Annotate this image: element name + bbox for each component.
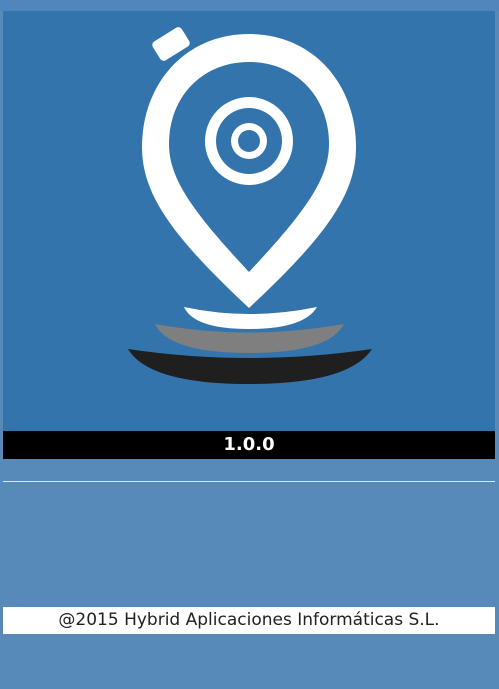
copyright-text: @2015 Hybrid Aplicaciones Informáticas S… bbox=[3, 607, 495, 634]
ripple-dark bbox=[128, 349, 372, 384]
target-center bbox=[238, 130, 260, 152]
ripple-light bbox=[184, 307, 317, 329]
divider-line bbox=[3, 481, 495, 482]
splash-logo-panel bbox=[3, 11, 495, 431]
status-strip bbox=[0, 0, 499, 11]
version-label: 1.0.0 bbox=[3, 431, 495, 459]
map-pin-with-ripples-icon bbox=[128, 27, 372, 384]
